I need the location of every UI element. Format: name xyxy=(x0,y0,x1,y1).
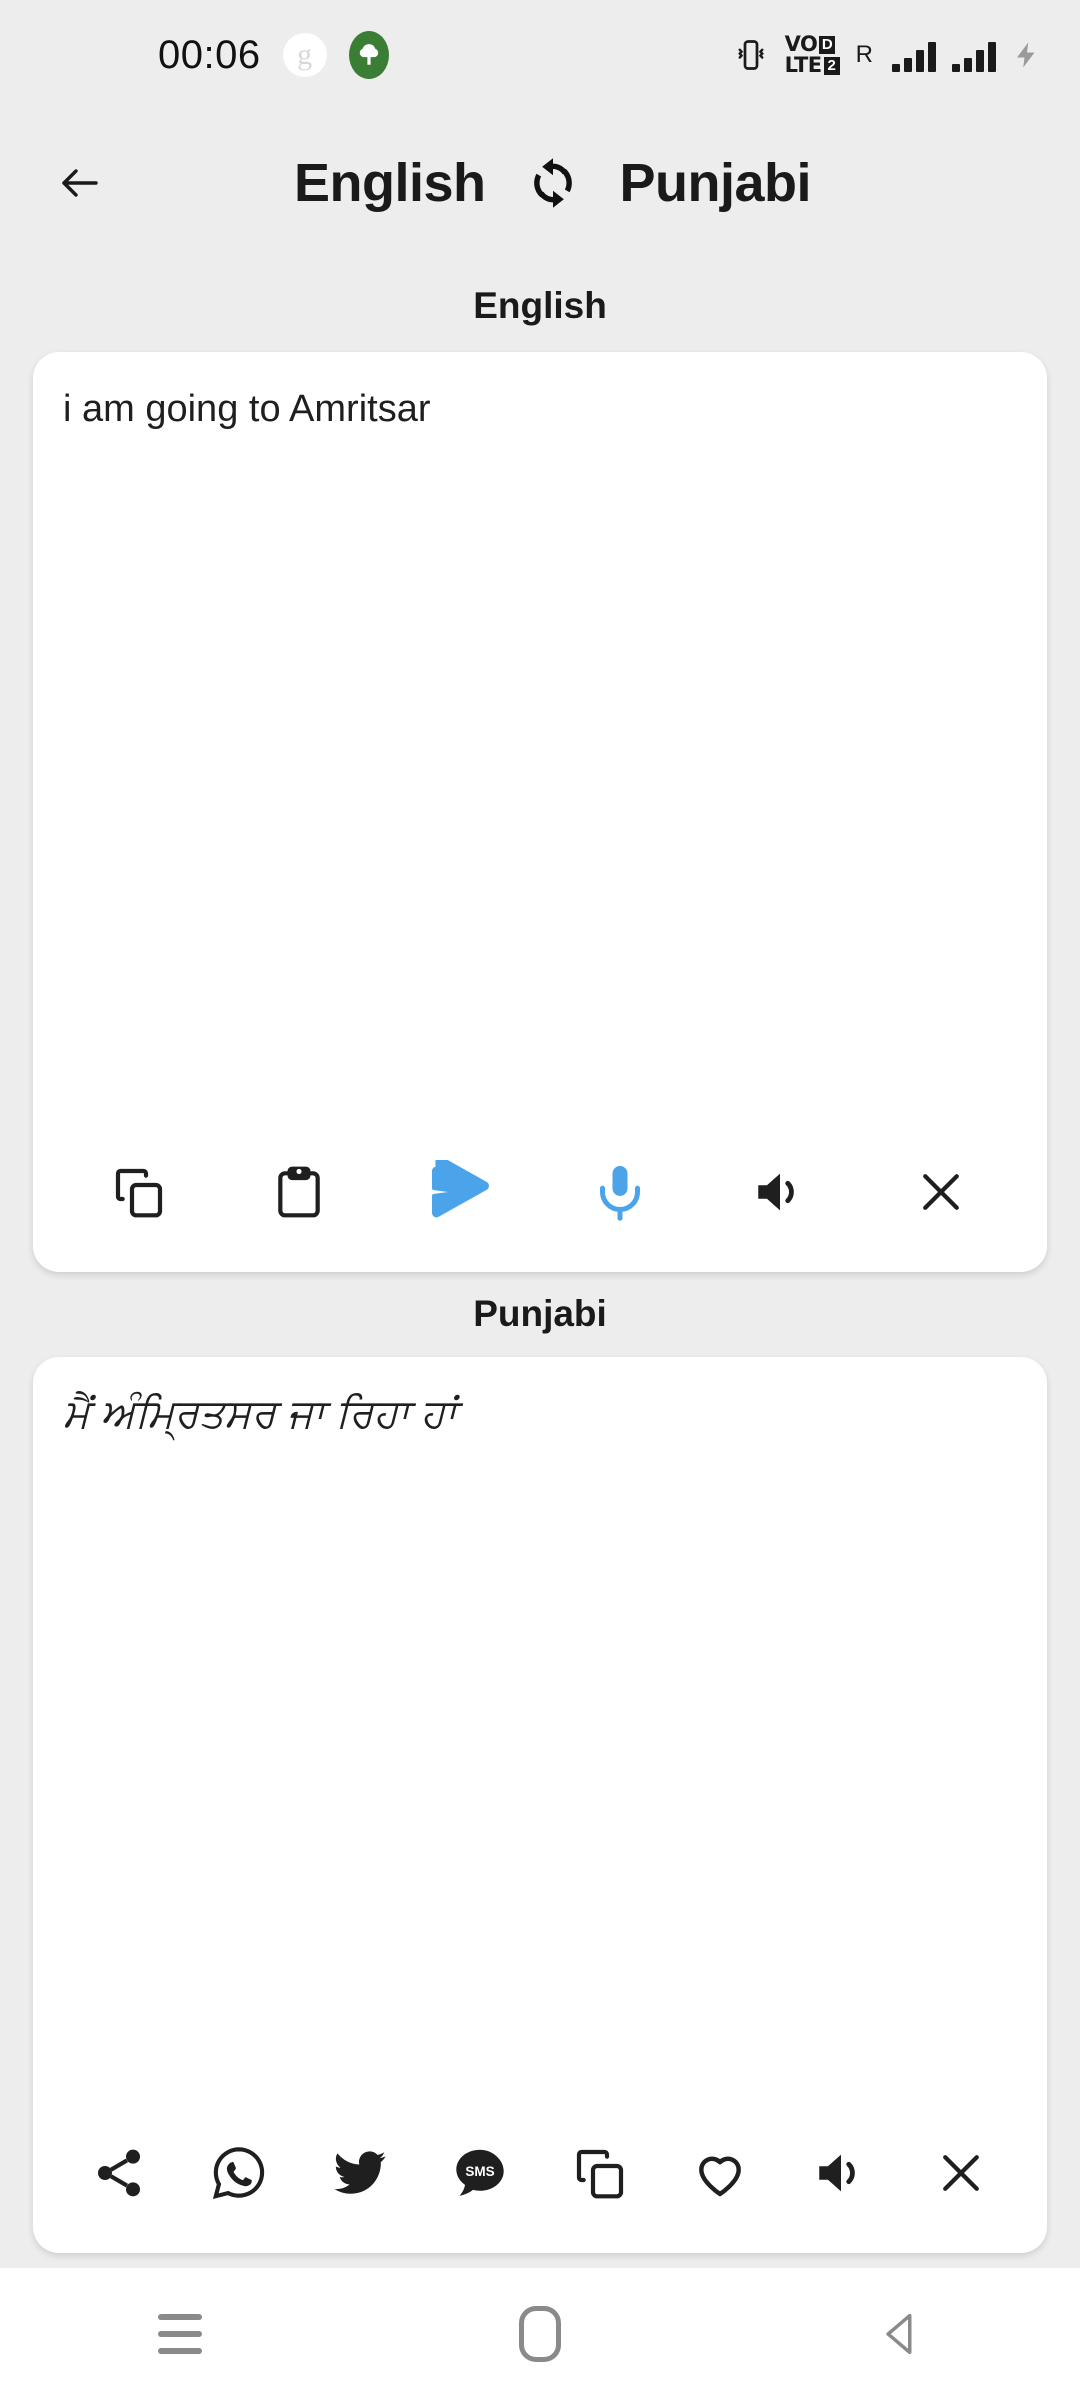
grammarly-notification-icon: g xyxy=(282,33,327,77)
source-toolbar xyxy=(33,1122,1047,1272)
svg-text:SMS: SMS xyxy=(465,2164,494,2179)
volte-top-text: VO xyxy=(784,32,818,56)
send-icon xyxy=(431,1160,489,1218)
volte-bottom-text: LTE xyxy=(784,53,823,77)
close-icon xyxy=(942,2155,979,2191)
speak-source-button[interactable] xyxy=(700,1142,860,1242)
language-selector: English Punjabi xyxy=(135,152,970,214)
clear-source-button[interactable] xyxy=(861,1142,1021,1242)
source-section-label: English xyxy=(473,285,607,326)
back-button[interactable] xyxy=(25,159,135,207)
target-language-label[interactable]: Punjabi xyxy=(620,152,812,214)
back-icon xyxy=(886,2313,912,2355)
volte-badge-secondary: 2 xyxy=(823,56,840,75)
status-bar-left: 00:06 g xyxy=(158,31,389,79)
status-bar-right: VO D LTE 2 R xyxy=(733,34,1042,76)
paste-button[interactable] xyxy=(219,1142,379,1242)
speak-translation-button[interactable] xyxy=(781,2123,901,2223)
paste-icon xyxy=(278,1166,321,1218)
translated-text[interactable]: ਮੈਂ ਅੰਮ੍ਰਿਤਸਰ ਜਾ ਰਿਹਾ ਹਾਂ xyxy=(33,1357,1047,2103)
back-arrow-icon xyxy=(62,168,98,197)
speaker-icon xyxy=(758,1173,795,1211)
app-header: English Punjabi xyxy=(0,110,1080,255)
target-toolbar: SMS xyxy=(33,2103,1047,2253)
roaming-icon: R xyxy=(855,41,873,68)
copy-icon xyxy=(116,1168,163,1218)
share-icon xyxy=(98,2149,141,2197)
sms-icon: SMS xyxy=(456,2149,504,2196)
sms-share-button[interactable]: SMS xyxy=(420,2123,540,2223)
recents-icon xyxy=(158,2314,202,2354)
whatsapp-icon xyxy=(213,2147,265,2200)
home-icon xyxy=(519,2306,561,2362)
clear-translation-button[interactable] xyxy=(901,2123,1021,2223)
swap-icon xyxy=(533,157,572,208)
twitter-icon xyxy=(333,2151,386,2194)
source-language-label[interactable]: English xyxy=(294,152,486,214)
favorite-button[interactable] xyxy=(660,2123,780,2223)
heart-icon xyxy=(699,2156,742,2197)
volte-icon: VO D LTE 2 xyxy=(785,34,840,76)
target-section-label: Punjabi xyxy=(473,1293,607,1334)
speaker-icon xyxy=(818,2154,855,2192)
tree-app-icon xyxy=(348,31,389,79)
recents-button[interactable] xyxy=(0,2314,360,2354)
microphone-icon xyxy=(600,1166,641,1221)
back-nav-button[interactable] xyxy=(720,2306,1080,2362)
signal-strength-sim2-icon xyxy=(952,38,996,72)
status-bar: 00:06 g VO D LTE 2 R xyxy=(0,0,1080,110)
close-icon xyxy=(922,1174,959,1210)
app-screen: 00:06 g VO D LTE 2 R English Punjabi Eng… xyxy=(0,0,1080,2400)
volte-badge-primary: D xyxy=(819,35,836,54)
vibrate-icon xyxy=(733,37,769,73)
copy-translation-button[interactable] xyxy=(540,2123,660,2223)
swap-languages-button[interactable] xyxy=(522,152,584,214)
share-button[interactable] xyxy=(59,2123,179,2223)
source-text-input[interactable]: i am going to Amritsar xyxy=(33,352,1047,1122)
android-navigation-bar xyxy=(0,2268,1080,2400)
copy-button[interactable] xyxy=(59,1142,219,1242)
whatsapp-share-button[interactable] xyxy=(179,2123,299,2223)
send-translate-button[interactable] xyxy=(380,1142,540,1242)
charging-bolt-icon xyxy=(1012,37,1042,73)
status-bar-clock: 00:06 xyxy=(158,32,261,77)
home-button[interactable] xyxy=(360,2306,720,2362)
microphone-button[interactable] xyxy=(540,1142,700,1242)
copy-icon xyxy=(577,2149,624,2199)
signal-strength-sim1-icon xyxy=(892,38,936,72)
target-text-card: ਮੈਂ ਅੰਮ੍ਰਿਤਸਰ ਜਾ ਰਿਹਾ ਹਾਂ SMS xyxy=(33,1357,1047,2253)
source-text-card: i am going to Amritsar xyxy=(33,352,1047,1272)
twitter-share-button[interactable] xyxy=(300,2123,420,2223)
